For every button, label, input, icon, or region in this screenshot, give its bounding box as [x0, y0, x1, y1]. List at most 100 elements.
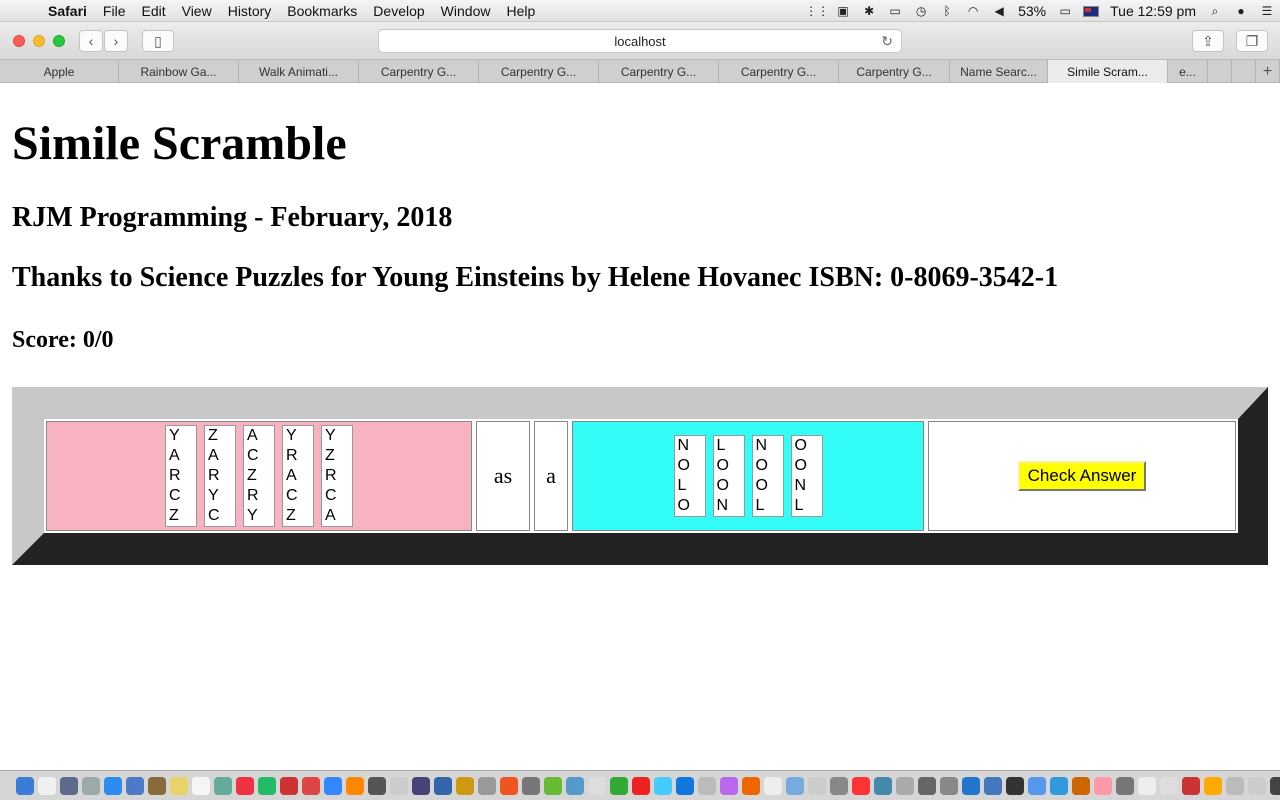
forward-icon[interactable]: ›: [104, 30, 128, 52]
time-machine-icon[interactable]: ◷: [910, 3, 932, 19]
dock-app-icon[interactable]: [1094, 776, 1112, 795]
tab-apple[interactable]: Apple: [0, 60, 119, 83]
fullscreen-window-icon[interactable]: [53, 35, 65, 47]
dock-app-icon[interactable]: [82, 776, 100, 795]
tab-carpentry-2[interactable]: Carpentry G...: [479, 60, 599, 83]
tools-status-icon[interactable]: ✱: [858, 3, 880, 19]
menu-app-name[interactable]: Safari: [40, 3, 95, 19]
dock-app-icon[interactable]: [412, 776, 430, 795]
bluetooth-icon[interactable]: ᛒ: [936, 3, 958, 19]
dock-app-icon[interactable]: [566, 776, 584, 795]
dock-app-icon[interactable]: [588, 776, 606, 795]
dock-app-icon[interactable]: [940, 776, 958, 795]
tab-simile-scramble[interactable]: Simile Scram...: [1048, 60, 1168, 83]
menu-edit[interactable]: Edit: [133, 3, 173, 19]
dock-app-icon[interactable]: [632, 776, 650, 795]
dock-app-icon[interactable]: [258, 776, 276, 795]
right-tile-4[interactable]: OONL: [790, 435, 823, 517]
dock-app-icon[interactable]: [456, 776, 474, 795]
dock-app-icon[interactable]: [236, 776, 254, 795]
dock-app-icon[interactable]: [324, 776, 342, 795]
battery-percent[interactable]: 53%: [1012, 3, 1052, 19]
dock-app-icon[interactable]: [280, 776, 298, 795]
dock-app-icon[interactable]: [1226, 776, 1244, 795]
dock-app-icon[interactable]: [192, 776, 210, 795]
dock-app-icon[interactable]: [1270, 776, 1280, 795]
dock-app-icon[interactable]: [808, 776, 826, 795]
dock-app-icon[interactable]: [676, 776, 694, 795]
tab-overflow[interactable]: e...: [1168, 60, 1208, 83]
dock-app-icon[interactable]: [1160, 776, 1178, 795]
minimize-window-icon[interactable]: [33, 35, 45, 47]
clock[interactable]: Tue 12:59 pm: [1104, 3, 1202, 19]
dock-app-icon[interactable]: [1248, 776, 1266, 795]
dock-app-icon[interactable]: [302, 776, 320, 795]
check-answer-button[interactable]: Check Answer: [1018, 461, 1146, 491]
reload-icon[interactable]: ↻: [881, 33, 893, 50]
menu-develop[interactable]: Develop: [365, 3, 432, 19]
dock-app-icon[interactable]: [830, 776, 848, 795]
dock-app-icon[interactable]: [522, 776, 540, 795]
left-tile-1[interactable]: YARCZ: [165, 425, 197, 527]
airplay-icon[interactable]: ▭: [884, 3, 906, 19]
dock-app-icon[interactable]: [984, 776, 1002, 795]
volume-icon[interactable]: ◀: [988, 3, 1010, 19]
dock-app-icon[interactable]: [610, 776, 628, 795]
dock-app-icon[interactable]: [148, 776, 166, 795]
dock-app-icon[interactable]: [1072, 776, 1090, 795]
dock-app-icon[interactable]: [1006, 776, 1024, 795]
dock-app-icon[interactable]: [896, 776, 914, 795]
left-tile-2[interactable]: ZARYC: [204, 425, 236, 527]
grid-status-icon[interactable]: ⋮⋮: [805, 3, 829, 19]
tab-carpentry-3[interactable]: Carpentry G...: [599, 60, 719, 83]
sidebar-toggle-icon[interactable]: ▯: [142, 30, 174, 52]
dock-app-icon[interactable]: [1050, 776, 1068, 795]
menu-file[interactable]: File: [95, 3, 134, 19]
right-tile-2[interactable]: LOON: [712, 435, 745, 517]
app-status-icon[interactable]: ▣: [832, 3, 854, 19]
menu-bookmarks[interactable]: Bookmarks: [279, 3, 365, 19]
wifi-icon[interactable]: ◠: [962, 3, 984, 19]
dock-app-icon[interactable]: [478, 776, 496, 795]
dock-app-icon[interactable]: [170, 776, 188, 795]
left-tile-5[interactable]: YZRCA: [321, 425, 353, 527]
tab-carpentry-1[interactable]: Carpentry G...: [359, 60, 479, 83]
flag-icon[interactable]: [1080, 3, 1102, 19]
dock-app-icon[interactable]: [918, 776, 936, 795]
dock-app-icon[interactable]: [764, 776, 782, 795]
notification-center-icon[interactable]: ☰: [1256, 3, 1278, 19]
left-tile-4[interactable]: YRACZ: [282, 425, 314, 527]
share-icon[interactable]: ⇪: [1192, 30, 1224, 52]
tab-carpentry-4[interactable]: Carpentry G...: [719, 60, 839, 83]
dock-app-icon[interactable]: [698, 776, 716, 795]
dock-app-icon[interactable]: [60, 776, 78, 795]
tab-carpentry-5[interactable]: Carpentry G...: [839, 60, 950, 83]
battery-icon[interactable]: ▭: [1054, 3, 1076, 19]
left-tile-3[interactable]: ACZRY: [243, 425, 275, 527]
menu-help[interactable]: Help: [498, 3, 543, 19]
siri-icon[interactable]: ●: [1230, 3, 1252, 19]
dock-app-icon[interactable]: [852, 776, 870, 795]
tab-name-search[interactable]: Name Searc...: [950, 60, 1048, 83]
tab-rainbow[interactable]: Rainbow Ga...: [119, 60, 239, 83]
dock-app-icon[interactable]: [1182, 776, 1200, 795]
menu-window[interactable]: Window: [433, 3, 499, 19]
right-tile-1[interactable]: NOLO: [673, 435, 706, 517]
new-tab-icon[interactable]: +: [1256, 60, 1280, 83]
spotlight-search-icon[interactable]: ⌕: [1204, 3, 1226, 19]
dock-app-icon[interactable]: [1116, 776, 1134, 795]
dock-app-icon[interactable]: [16, 776, 34, 795]
menu-history[interactable]: History: [220, 3, 280, 19]
dock-app-icon[interactable]: [962, 776, 980, 795]
dock-app-icon[interactable]: [38, 776, 56, 795]
dock-app-icon[interactable]: [104, 776, 122, 795]
dock-app-icon[interactable]: [214, 776, 232, 795]
dock-app-icon[interactable]: [434, 776, 452, 795]
address-bar[interactable]: localhost ↻: [378, 29, 902, 53]
dock-app-icon[interactable]: [500, 776, 518, 795]
show-tabs-icon[interactable]: ❐: [1236, 30, 1268, 52]
back-icon[interactable]: ‹: [79, 30, 103, 52]
dock-app-icon[interactable]: [126, 776, 144, 795]
tab-walk-animation[interactable]: Walk Animati...: [239, 60, 359, 83]
right-tile-3[interactable]: NOOL: [751, 435, 784, 517]
